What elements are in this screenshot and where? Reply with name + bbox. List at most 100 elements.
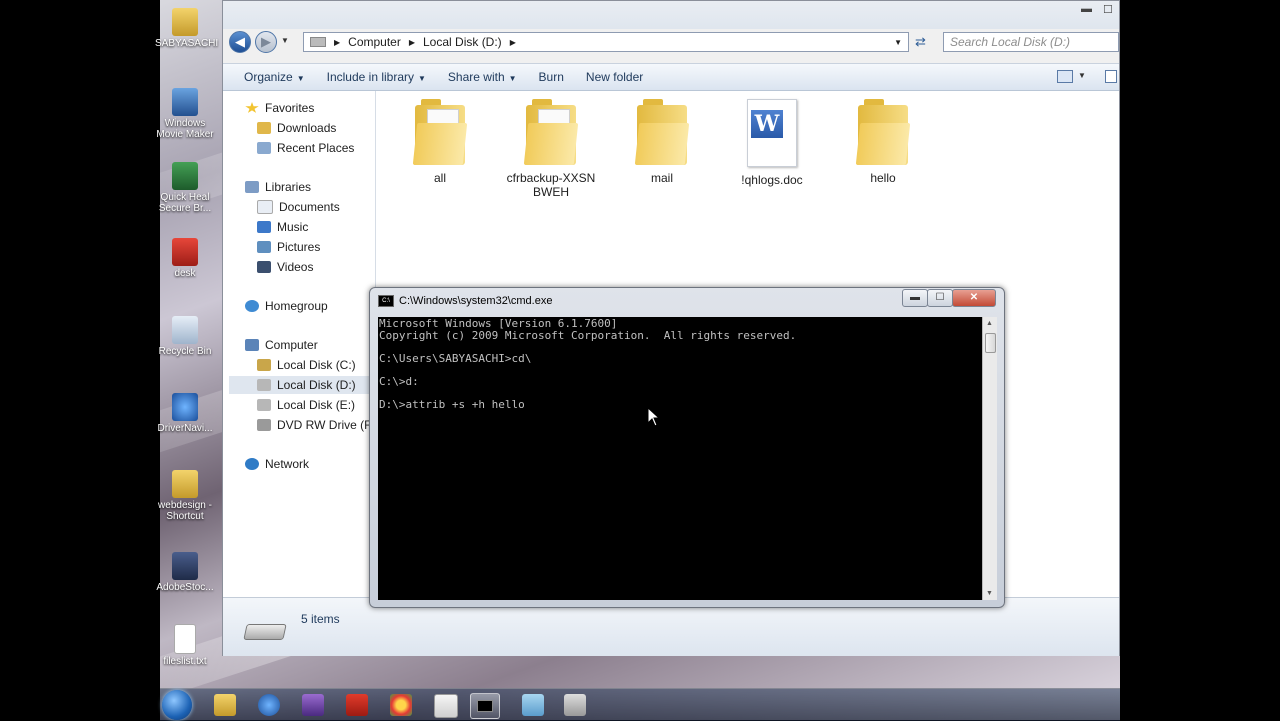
cmd-taskbar-button[interactable] xyxy=(470,693,500,719)
nav-documents-label: Documents xyxy=(279,200,340,214)
address-dropdown-icon[interactable]: ▼ xyxy=(894,38,902,47)
homegroup-icon xyxy=(245,300,259,312)
drive-icon xyxy=(257,399,271,411)
nav-documents[interactable]: Documents xyxy=(257,198,340,216)
minimize-button[interactable]: ▬ xyxy=(902,289,928,307)
nav-downloads-label: Downloads xyxy=(277,121,337,135)
new-folder-button[interactable]: New folder xyxy=(575,70,654,84)
forward-arrow-icon: ▶ xyxy=(261,34,271,49)
burn-button[interactable]: Burn xyxy=(528,70,575,84)
desktop-icon-recycle-bin[interactable]: Recycle Bin xyxy=(155,316,215,357)
acrobat-icon[interactable] xyxy=(346,694,368,716)
desktop-icon-label: Recycle Bin xyxy=(158,346,212,357)
refresh-icon[interactable]: ⇄ xyxy=(915,34,926,50)
close-button[interactable]: ✕ xyxy=(952,289,996,307)
pictures-icon xyxy=(257,241,271,253)
nav-disk-e-label: Local Disk (E:) xyxy=(277,398,356,412)
system-drive-icon xyxy=(257,359,271,371)
preview-pane-icon[interactable] xyxy=(1105,70,1117,83)
scroll-up-icon[interactable]: ▲ xyxy=(983,320,996,327)
device-icon[interactable] xyxy=(564,694,586,716)
internet-explorer-icon[interactable] xyxy=(258,694,280,716)
desktop-icon-desk[interactable]: desk xyxy=(155,238,215,279)
nav-dvd-drive[interactable]: DVD RW Drive (F:) ( xyxy=(257,416,386,434)
nav-computer[interactable]: Computer xyxy=(245,336,318,354)
include-in-library-button[interactable]: Include in library ▼ xyxy=(316,70,437,84)
console-scrollbar[interactable]: ▲ ▼ xyxy=(982,317,997,600)
desktop-icon-label: fileslist.txt xyxy=(163,656,207,667)
file-item-hello[interactable]: hello xyxy=(838,99,928,185)
maximize-button[interactable]: ☐ xyxy=(927,289,953,307)
start-button[interactable] xyxy=(162,690,192,720)
nav-recent-places[interactable]: Recent Places xyxy=(257,139,354,157)
file-name: hello xyxy=(870,171,896,185)
desktop-icon-label: Windows Movie Maker xyxy=(156,118,214,140)
folder-shortcut-icon xyxy=(172,470,198,498)
scroll-down-icon[interactable]: ▼ xyxy=(983,590,996,597)
file-name: cfrbackup-XXSNBWEH xyxy=(506,171,596,199)
recent-pages-chevron-icon[interactable]: ▼ xyxy=(281,36,289,45)
desktop-icon-adobestock[interactable]: AdobeStoc... xyxy=(155,552,215,593)
folder-icon xyxy=(634,99,690,165)
chevron-down-icon: ▼ xyxy=(418,74,426,83)
file-item-qhlogs[interactable]: W !qhlogs.doc xyxy=(727,99,817,187)
nav-local-disk-d[interactable]: Local Disk (D:) xyxy=(229,376,375,394)
nav-music[interactable]: Music xyxy=(257,218,308,236)
recent-places-icon xyxy=(257,142,271,154)
nav-downloads[interactable]: Downloads xyxy=(257,119,336,137)
breadcrumb-separator-icon: ▶ xyxy=(334,37,341,47)
back-button[interactable]: ◀ xyxy=(229,31,251,53)
computer-icon xyxy=(245,339,259,351)
chrome-icon[interactable] xyxy=(390,694,412,716)
app-taskbar-icon[interactable] xyxy=(434,694,458,718)
desktop-icon-movie-maker[interactable]: Windows Movie Maker xyxy=(155,88,215,140)
breadcrumb-computer[interactable]: Computer xyxy=(348,35,401,49)
search-input[interactable]: Search Local Disk (D:) xyxy=(943,32,1119,52)
desktop-icon-label: SABYASACHI xyxy=(155,38,219,49)
chevron-down-icon[interactable]: ▼ xyxy=(1078,71,1086,80)
desktop-icon-quick-heal[interactable]: Quick Heal Secure Br... xyxy=(155,162,215,214)
forward-button[interactable]: ▶ xyxy=(255,31,277,53)
nav-libraries-label: Libraries xyxy=(265,180,312,194)
nav-network[interactable]: Network xyxy=(245,455,309,473)
file-item-all[interactable]: all xyxy=(395,99,485,185)
console-output[interactable]: Microsoft Windows [Version 6.1.7600] Cop… xyxy=(378,317,982,600)
back-arrow-icon: ◀ xyxy=(235,34,245,49)
nav-local-disk-c[interactable]: Local Disk (C:) xyxy=(257,356,356,374)
file-item-cfrbackup[interactable]: cfrbackup-XXSNBWEH xyxy=(506,99,596,199)
desktop-icon-label: AdobeStoc... xyxy=(156,582,214,593)
view-options-icon[interactable] xyxy=(1057,70,1073,83)
maximize-icon[interactable]: ☐ xyxy=(1103,3,1113,16)
notepad-icon[interactable] xyxy=(522,694,544,716)
word-document-icon: W xyxy=(747,99,797,167)
desktop-icon-label: desk xyxy=(174,268,196,279)
nav-pictures[interactable]: Pictures xyxy=(257,238,320,256)
visual-studio-icon[interactable] xyxy=(302,694,324,716)
nav-favorites[interactable]: Favorites xyxy=(245,99,314,117)
movie-maker-icon xyxy=(172,88,198,116)
folder-icon xyxy=(523,99,579,165)
explorer-taskbar-icon[interactable] xyxy=(214,694,236,716)
share-label: Share with xyxy=(447,70,505,84)
file-item-mail[interactable]: mail xyxy=(617,99,707,185)
organize-button[interactable]: Organize ▼ xyxy=(223,70,316,84)
desktop-icon-user[interactable]: SABYASACHI xyxy=(155,8,219,49)
minimize-icon[interactable]: ▬ xyxy=(1081,3,1092,15)
explorer-titlebar: ▬ ☐ xyxy=(223,1,1119,29)
nav-homegroup-label: Homegroup xyxy=(265,299,328,313)
desktop-icon-fileslist[interactable]: fileslist.txt xyxy=(155,624,215,667)
chevron-down-icon: ▼ xyxy=(508,74,517,83)
nav-homegroup[interactable]: Homegroup xyxy=(245,297,328,315)
nav-videos[interactable]: Videos xyxy=(257,258,313,276)
share-with-button[interactable]: Share with ▼ xyxy=(437,70,528,84)
nav-local-disk-e[interactable]: Local Disk (E:) xyxy=(257,396,355,414)
address-bar[interactable]: ▶ Computer ▶ Local Disk (D:) ▶ ▼ xyxy=(303,32,909,52)
breadcrumb-local-disk-d[interactable]: Local Disk (D:) xyxy=(423,35,502,49)
desktop-icon-drivernavi[interactable]: DriverNavi... xyxy=(155,393,215,434)
nav-libraries[interactable]: Libraries xyxy=(245,178,311,196)
cmd-title: C:\Windows\system32\cmd.exe xyxy=(399,295,553,307)
scroll-thumb[interactable] xyxy=(985,333,996,353)
console-icon xyxy=(477,700,493,712)
desktop-icon-webdesign[interactable]: webdesign - Shortcut xyxy=(155,470,215,522)
folder-icon xyxy=(855,99,911,165)
